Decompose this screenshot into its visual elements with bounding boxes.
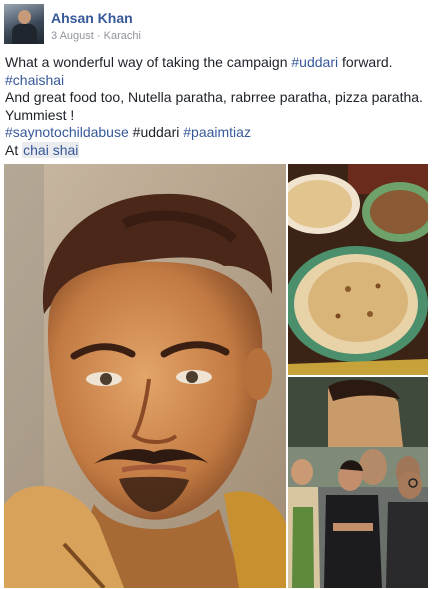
photo-wall-mural[interactable] [4,164,286,588]
post-date-link[interactable]: 3 August [51,30,94,42]
hashtag-paaimtiaz-link[interactable]: #paaimtiaz [183,124,251,140]
photo-group-at-mural[interactable] [288,377,428,588]
text-line-2: #chaishai [5,72,430,90]
text-line-3: And great food too, Nutella paratha, rab… [5,89,423,106]
facebook-post: Ahsan Khan 3 August · Karachi What a won… [0,0,438,589]
group-illustration [288,377,428,588]
post-location-link[interactable]: Karachi [104,30,141,42]
post-text: What a wonderful way of taking the campa… [5,54,430,160]
paratha-illustration [288,164,428,375]
text-line-5: #saynotochildabuse #uddari #paaimtiaz [5,124,251,141]
mural-illustration [4,164,286,588]
place-chai-shai-link[interactable]: chai shai [22,141,80,158]
text-line-4: Yummiest ! [5,106,75,123]
post-header: Ahsan Khan 3 August · Karachi [4,4,424,46]
text-line-1: What a wonderful way of taking the campa… [5,54,393,70]
author-name-link[interactable]: Ahsan Khan [51,10,133,26]
hashtag-saynotochildabuse-link[interactable]: #saynotochildabuse [5,124,129,140]
hashtag-uddari-link[interactable]: #uddari [291,54,338,70]
hashtag-chaishai-link[interactable]: #chaishai [5,72,64,88]
avatar-body [12,24,37,44]
photo-paratha-plates[interactable] [288,164,428,375]
avatar-head [18,10,31,24]
text-line-6: At chai shai [5,141,80,158]
author-avatar[interactable] [4,4,44,44]
meta-separator: · [96,30,101,42]
post-meta: 3 August · Karachi [51,30,141,42]
